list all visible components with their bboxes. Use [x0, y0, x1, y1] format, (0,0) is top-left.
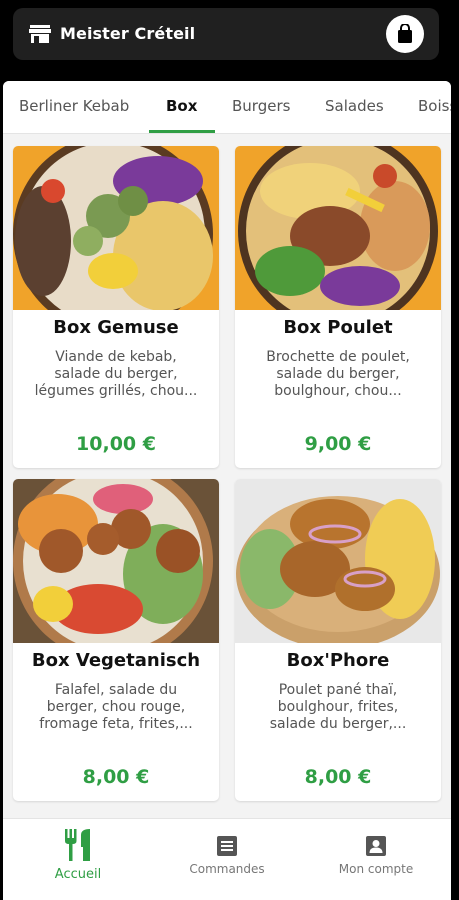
nav-commandes[interactable]: Commandes: [152, 819, 302, 900]
product-price: 9,00 €: [304, 433, 372, 455]
product-name: Box Vegetanisch: [31, 650, 201, 671]
menu-panel: Berliner Kebab Box Burgers Salades Boiss…: [3, 81, 451, 900]
product-card-box-vegetanisch[interactable]: Box Vegetanisch Falafel, salade du berge…: [13, 479, 219, 801]
product-image: [235, 479, 441, 643]
product-name: Box'Phore: [286, 650, 390, 671]
product-price: 8,00 €: [82, 766, 150, 788]
nav-label-mon-compte: Mon compte: [338, 862, 414, 876]
nav-label-accueil: Accueil: [54, 867, 102, 882]
active-tab-indicator: [149, 130, 215, 133]
product-image: [13, 146, 219, 310]
product-price: 8,00 €: [304, 766, 372, 788]
product-name: Box Poulet: [283, 317, 393, 338]
product-description: Viande de kebab, salade du berger, légum…: [34, 349, 198, 399]
store-icon: [29, 25, 51, 43]
app-screen: Meister Créteil Berliner Kebab Box Burge…: [0, 0, 459, 900]
product-description: Poulet pané thaï, boulghour, frites, sal…: [269, 682, 407, 732]
product-image: [235, 146, 441, 310]
nav-mon-compte[interactable]: Mon compte: [301, 819, 451, 900]
product-description: Brochette de poulet, salade du berger, b…: [266, 349, 410, 399]
tab-berliner-kebab[interactable]: Berliner Kebab: [19, 97, 129, 115]
bottom-navigation: Accueil Commandes Mon compte: [3, 818, 451, 900]
tab-burgers[interactable]: Burgers: [232, 97, 290, 115]
store-name: Meister Créteil: [60, 24, 196, 43]
cutlery-icon: [65, 829, 90, 861]
tab-salades[interactable]: Salades: [325, 97, 384, 115]
product-card-box-phore[interactable]: Box'Phore Poulet pané thaï, boulghour, f…: [235, 479, 441, 801]
product-price: 10,00 €: [76, 433, 156, 455]
category-tabs: Berliner Kebab Box Burgers Salades Boiss…: [3, 81, 451, 134]
orders-list-icon: [217, 836, 237, 856]
tab-box[interactable]: Box: [166, 97, 197, 115]
product-name: Box Gemuse: [53, 317, 179, 338]
shopping-bag-icon: [398, 24, 412, 43]
product-image: [13, 479, 219, 643]
tab-boissons[interactable]: Boissons: [418, 97, 451, 115]
product-card-box-poulet[interactable]: Box Poulet Brochette de poulet, salade d…: [235, 146, 441, 468]
account-icon: [366, 836, 386, 856]
nav-label-commandes: Commandes: [189, 862, 265, 876]
store-header[interactable]: Meister Créteil: [13, 8, 439, 60]
nav-accueil[interactable]: Accueil: [3, 819, 153, 900]
product-card-box-gemuse[interactable]: Box Gemuse Viande de kebab, salade du be…: [13, 146, 219, 468]
cart-button[interactable]: [386, 15, 424, 53]
product-description: Falafel, salade du berger, chou rouge, f…: [39, 682, 193, 732]
